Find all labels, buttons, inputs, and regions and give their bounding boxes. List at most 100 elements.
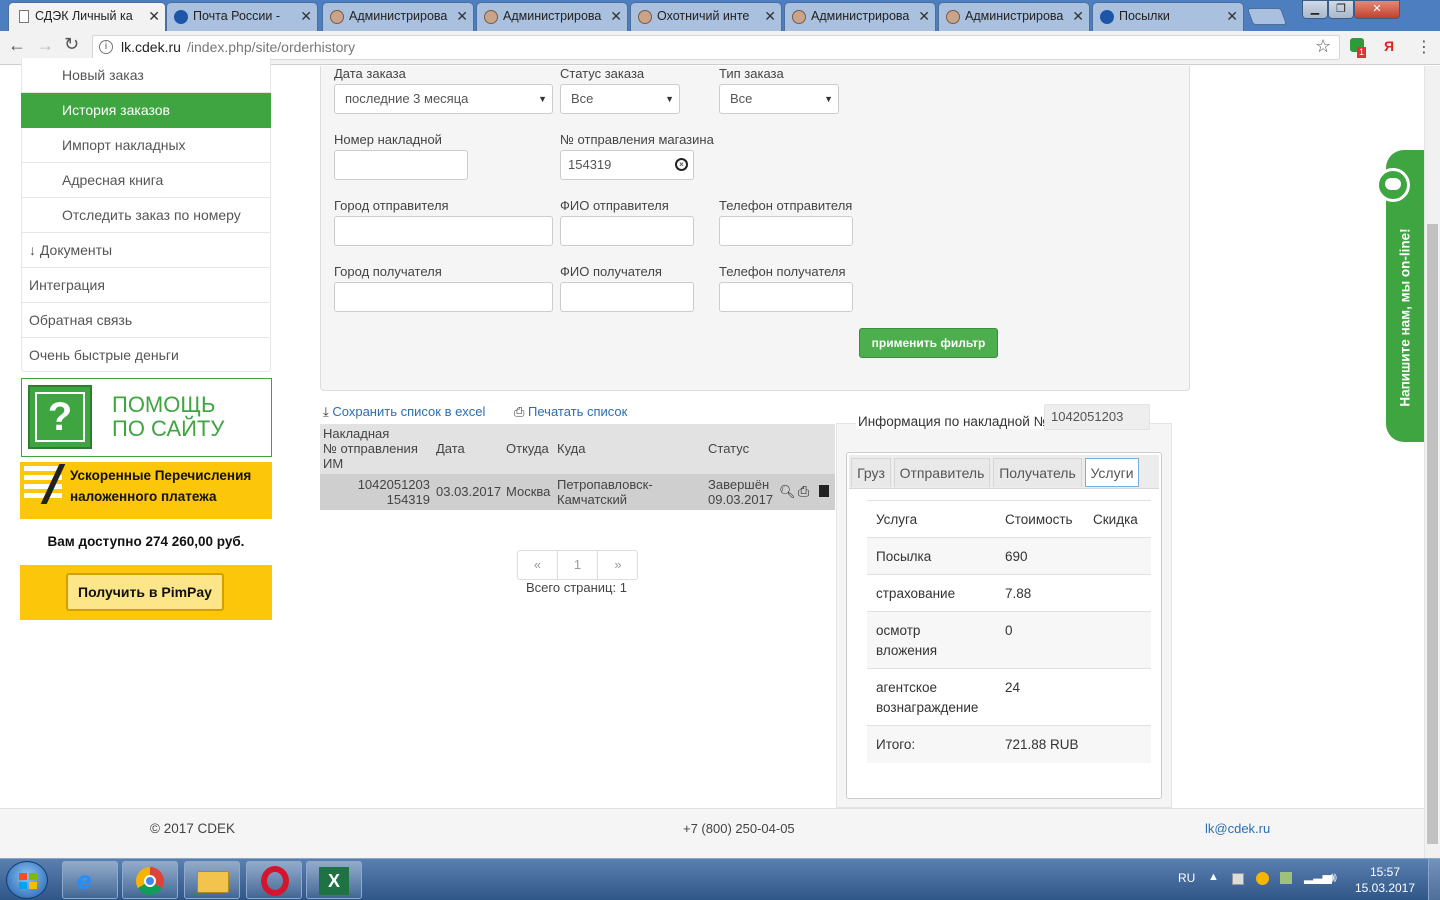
tab-title: Посылки [1119, 9, 1170, 23]
minimize-button[interactable]: ▁ [1302, 0, 1328, 19]
pagination-next[interactable]: » [598, 551, 638, 579]
sidebar-item-label: Отследить заказ по номеру [62, 207, 241, 223]
browser-tab[interactable]: Администрирова ✕ [784, 2, 936, 31]
tray-expand-icon[interactable]: ▲ [1208, 871, 1219, 883]
ie-icon[interactable]: e [62, 861, 118, 899]
tray-network-icon[interactable] [1280, 872, 1292, 884]
order-type-select[interactable]: Все [719, 84, 839, 114]
address-bar[interactable]: i lk.cdek.ru /index.php/site/orderhistor… [92, 35, 1340, 60]
new-tab-button[interactable] [1246, 8, 1288, 25]
close-icon[interactable]: ✕ [1072, 3, 1084, 30]
footer-email-link[interactable]: lk@cdek.ru [1205, 821, 1270, 836]
print-list-link[interactable]: ⎙ Печатать список [514, 404, 627, 420]
help-banner[interactable]: ? ПОМОЩЬ ПО САЙТУ [21, 378, 272, 457]
volume-icon[interactable]: 🔊︎ [1328, 869, 1337, 886]
tab-services[interactable]: Услуги [1085, 458, 1139, 487]
order-date-select[interactable]: последние 3 месяца [334, 84, 553, 114]
pimpay-button[interactable]: Получить в PimPay [66, 573, 224, 611]
tab-cargo[interactable]: Груз [851, 458, 891, 487]
restore-button[interactable]: ❐ [1328, 0, 1354, 19]
pagination-page[interactable]: 1 [558, 551, 598, 579]
sidebar-item-address-book[interactable]: Адресная книга [21, 163, 271, 198]
footer-phone: +7 (800) 250-04-05 [683, 821, 795, 836]
save-excel-label: Сохранить список в excel [332, 404, 486, 419]
waybill-input[interactable] [334, 150, 468, 180]
recipient-name-input[interactable] [560, 282, 694, 312]
print-icon[interactable]: ⎙ [798, 483, 809, 500]
view-search-icon[interactable]: 🔍︎ [779, 484, 796, 500]
sidebar-item-track-order[interactable]: Отследить заказ по номеру [21, 198, 271, 233]
scrollbar-thumb[interactable] [1427, 224, 1438, 844]
tab-sender[interactable]: Отправитель [894, 458, 990, 487]
tab-title: Почта России - [193, 9, 281, 23]
start-button[interactable] [6, 861, 48, 899]
sender-name-label: ФИО отправителя [560, 198, 669, 213]
sidebar-item-import[interactable]: Импорт накладных [21, 128, 271, 163]
language-indicator[interactable]: RU [1178, 871, 1195, 885]
close-icon[interactable]: ✕ [764, 3, 776, 30]
copy-icon[interactable] [819, 485, 829, 497]
apply-filter-button[interactable]: применить фильтр [859, 328, 998, 358]
tab-recipient[interactable]: Получатель [993, 458, 1082, 487]
waybill-info-title: Информация по накладной № [856, 414, 1050, 429]
save-excel-link[interactable]: ⤓ Сохранить список в excel [323, 404, 485, 420]
opera-icon[interactable] [246, 861, 302, 899]
online-chat-widget[interactable]: Напишите нам, мы on-line! [1376, 150, 1424, 442]
sender-phone-input[interactable] [719, 216, 853, 246]
close-icon[interactable]: ✕ [300, 3, 312, 30]
column-header-date: Дата [436, 441, 465, 456]
clock[interactable]: 15:57 15.03.2017 [1350, 864, 1420, 896]
browser-tab[interactable]: Охотничий инте ✕ [630, 2, 782, 31]
tab-title: Администрирова [503, 9, 602, 23]
order-from-cell: Москва [506, 484, 551, 499]
sidebar-item-fast-money[interactable]: Очень быстрые деньги [21, 338, 271, 372]
close-icon[interactable]: ✕ [148, 3, 160, 30]
url-path: /index.php/site/orderhistory [187, 39, 356, 55]
recipient-phone-input[interactable] [719, 282, 853, 312]
browser-tab[interactable]: Почта России - ✕ [166, 2, 318, 31]
sidebar-item-order-history[interactable]: История заказов [21, 93, 271, 128]
services-header-service: Услуга [876, 512, 918, 527]
forward-arrow-icon[interactable]: → [36, 35, 54, 56]
show-desktop-button[interactable] [1428, 859, 1440, 900]
browser-tab[interactable]: Посылки ✕ [1092, 2, 1244, 31]
close-icon[interactable]: ✕ [1226, 3, 1238, 30]
order-status-select[interactable]: Все [560, 84, 680, 114]
tray-flag-icon[interactable] [1232, 873, 1244, 885]
sender-city-input[interactable] [334, 216, 553, 246]
close-icon[interactable]: ✕ [610, 3, 622, 30]
close-icon[interactable]: ✕ [456, 3, 468, 30]
recipient-city-input[interactable] [334, 282, 553, 312]
waybill-label: Номер накладной [334, 132, 442, 147]
close-window-button[interactable]: ✕ [1354, 0, 1400, 19]
yandex-icon[interactable]: Я [1384, 38, 1394, 54]
total-value: 721.88 RUB [1005, 737, 1079, 752]
explorer-icon[interactable] [184, 861, 240, 899]
sidebar-item-label: Интеграция [29, 277, 105, 293]
sidebar-item-feedback[interactable]: Обратная связь [21, 303, 271, 338]
tray-app-icon[interactable] [1256, 872, 1269, 885]
sidebar-item-documents[interactable]: ↓ Документы [21, 233, 271, 268]
vertical-scrollbar[interactable] [1424, 66, 1440, 858]
chrome-icon[interactable] [122, 861, 178, 899]
extension-icon[interactable]: 1 [1350, 38, 1368, 58]
browser-tabstrip: СДЭК Личный ка ✕ Почта России - ✕ Админи… [0, 0, 1440, 31]
sidebar-item-integration[interactable]: Интеграция [21, 268, 271, 303]
close-icon[interactable]: ✕ [918, 3, 930, 30]
back-arrow-icon[interactable]: ← [8, 35, 26, 56]
browser-tab[interactable]: СДЭК Личный ка ✕ [8, 2, 166, 31]
bookmark-star-icon[interactable]: ☆ [1315, 36, 1331, 57]
browser-tab[interactable]: Администрирова ✕ [322, 2, 474, 31]
sidebar-item-new-order[interactable]: Новый заказ [21, 58, 271, 93]
pagination-prev[interactable]: « [518, 551, 558, 579]
clear-icon[interactable]: × [675, 158, 688, 171]
reload-icon[interactable]: ↻ [64, 34, 79, 55]
excel-icon[interactable]: X [306, 861, 362, 899]
sidebar-item-label: ↓ Документы [29, 242, 113, 258]
menu-dots-icon[interactable]: ⋮ [1416, 37, 1432, 57]
info-icon[interactable]: i [99, 40, 113, 54]
browser-tab[interactable]: Администрирова ✕ [476, 2, 628, 31]
browser-tab[interactable]: Администрирова ✕ [938, 2, 1090, 31]
shop-number-input[interactable]: 154319 × [560, 150, 694, 180]
sender-name-input[interactable] [560, 216, 694, 246]
